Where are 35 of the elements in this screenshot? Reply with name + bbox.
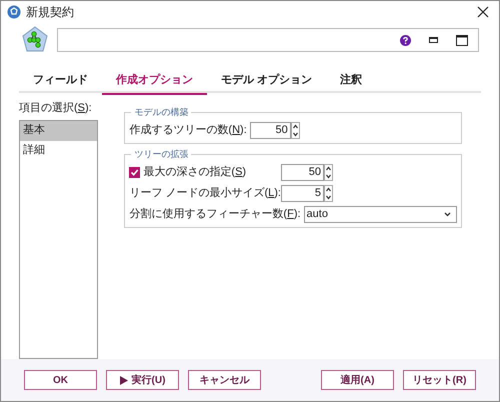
field-label: リーフ ノードの最小サイズ(L): bbox=[129, 186, 281, 202]
tab[interactable]: フィールド bbox=[19, 67, 102, 95]
maximize-icon[interactable] bbox=[456, 34, 468, 46]
spinner-icon[interactable] bbox=[324, 164, 333, 181]
number-field[interactable]: 50 bbox=[250, 122, 291, 139]
number-field[interactable]: 5 bbox=[281, 185, 324, 202]
field-label: 分割に使用するフィーチャー数(F): bbox=[129, 206, 301, 222]
app-icon bbox=[7, 5, 21, 19]
tab[interactable]: 作成オプション bbox=[102, 67, 207, 95]
number-field[interactable]: 50 bbox=[281, 164, 324, 181]
list-item[interactable]: 詳細 bbox=[20, 140, 98, 160]
field-label: 作成するツリーの数(N): bbox=[129, 123, 247, 138]
dialog-button[interactable]: キャンセル bbox=[188, 370, 261, 390]
close-icon[interactable] bbox=[477, 6, 489, 18]
tab[interactable]: 注釈 bbox=[326, 67, 376, 95]
run-button[interactable]: 実行(U) bbox=[106, 370, 179, 390]
window-title: 新規契約 bbox=[26, 4, 74, 21]
tab[interactable]: モデル オプション bbox=[207, 67, 326, 95]
dialog-button[interactable]: リセット(R) bbox=[403, 370, 476, 390]
group-title: モデルの構築 bbox=[131, 106, 192, 118]
field-label: 最大の深さの指定(S) bbox=[143, 164, 246, 180]
spinner-icon[interactable] bbox=[324, 185, 333, 202]
minimize-icon[interactable] bbox=[429, 37, 438, 43]
chevron-down-icon bbox=[444, 212, 451, 217]
list-item[interactable]: 基本 bbox=[20, 120, 98, 140]
checkbox[interactable] bbox=[129, 167, 140, 178]
dialog-button[interactable]: 適用(A) bbox=[321, 370, 394, 390]
list-label: 項目の選択(S): bbox=[19, 101, 93, 116]
help-icon[interactable] bbox=[400, 34, 411, 46]
play-icon bbox=[120, 376, 128, 384]
spinner-icon[interactable] bbox=[290, 122, 300, 139]
group-title: ツリーの拡張 bbox=[131, 148, 192, 160]
node-name-bar[interactable] bbox=[57, 28, 479, 52]
dropdown[interactable]: auto bbox=[304, 206, 457, 223]
dialog-button[interactable]: OK bbox=[24, 370, 97, 390]
